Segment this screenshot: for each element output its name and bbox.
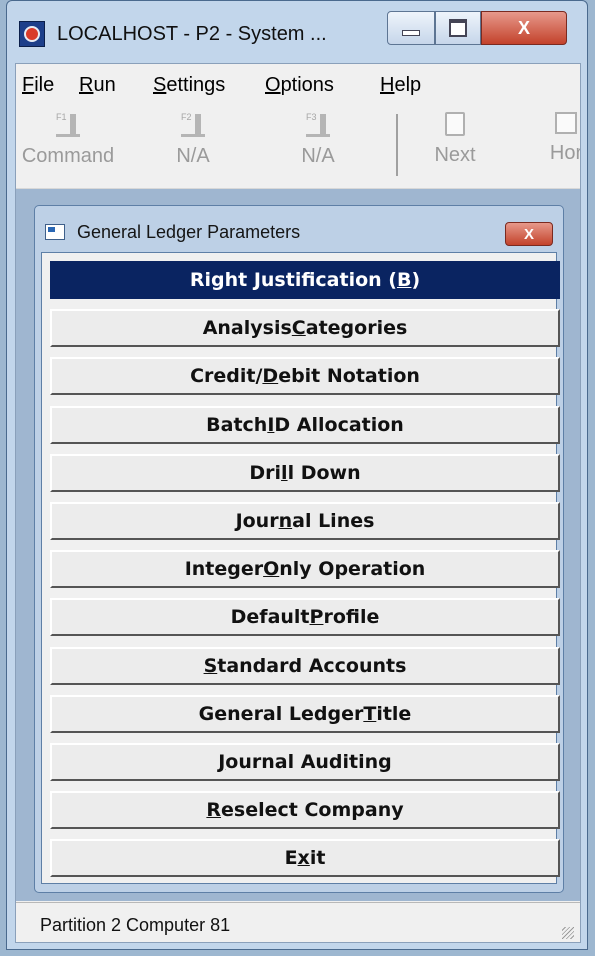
option-exit[interactable]: Ex it xyxy=(50,839,560,878)
close-button[interactable]: X xyxy=(481,11,567,45)
resize-grip[interactable] xyxy=(562,927,574,939)
toolbar-button-label: Hor xyxy=(549,142,581,164)
toolbar-separator xyxy=(396,114,398,176)
close-icon: X xyxy=(517,17,530,38)
function-key-icon: F3 xyxy=(306,112,330,137)
status-text: Partition 2 Computer 81 xyxy=(40,915,231,935)
key-label: F3 xyxy=(306,112,317,122)
options-panel: Right Justification (B) Analysis Categori… xyxy=(41,252,560,884)
document-icon xyxy=(445,112,465,136)
toolbar-button-label: Command xyxy=(21,145,115,167)
menu-settings[interactable]: Settings xyxy=(153,74,225,97)
app-icon[interactable] xyxy=(19,21,45,47)
option-integer-only-operation[interactable]: Integer Only Operation xyxy=(50,550,560,589)
menu-run[interactable]: Run xyxy=(79,74,116,97)
window-icon xyxy=(45,224,65,240)
option-standard-accounts[interactable]: Standard Accounts xyxy=(50,646,560,685)
option-journal-lines[interactable]: Jour n al Lines xyxy=(50,502,560,540)
minimize-icon xyxy=(402,30,420,36)
function-key-icon: F1 xyxy=(56,112,80,137)
menu-help[interactable]: Help xyxy=(380,74,421,97)
option-credit-debit-notation[interactable]: Credit/Debit Notation xyxy=(50,357,560,396)
dialog-close-button[interactable]: X xyxy=(505,222,553,246)
toolbar: F1 Command F2 N/A F3 N/A Next Hor xyxy=(16,104,580,189)
key-label: F1 xyxy=(56,112,67,122)
option-reselect-company[interactable]: Reselect Company xyxy=(50,791,560,830)
home-icon xyxy=(555,112,577,134)
toolbar-button-f2[interactable]: F2 N/A xyxy=(163,110,223,186)
app-window: LOCALHOST - P2 - System ... X File Run Set… xyxy=(6,0,588,950)
toolbar-button-f1[interactable]: F1 Command xyxy=(16,110,130,186)
general-ledger-parameters-window: General Ledger Parameters X Right Justif… xyxy=(34,205,564,893)
option-drill-down[interactable]: Dri l l Down xyxy=(50,453,560,492)
key-label: F2 xyxy=(181,112,192,122)
menu-options[interactable]: Options xyxy=(265,74,334,97)
menu-file[interactable]: File xyxy=(22,74,54,97)
toolbar-button-next[interactable]: Next xyxy=(422,110,488,186)
close-icon: X xyxy=(523,225,534,243)
menu-bar: File Run Settings Options Help xyxy=(16,64,580,104)
toolbar-button-label: N/A xyxy=(176,145,210,167)
window-title: LOCALHOST - P2 - System ... xyxy=(57,23,327,45)
option-analysis-categories[interactable]: Analysis Categories xyxy=(50,309,560,348)
minimize-button[interactable] xyxy=(387,11,435,45)
toolbar-button-label: Next xyxy=(434,144,476,166)
toolbar-button-hor[interactable]: Hor xyxy=(536,110,581,186)
option-journal-auditing[interactable]: Journal Auditing xyxy=(50,743,560,781)
option-general-ledger-title[interactable]: General Ledger Title xyxy=(50,694,560,733)
dialog-title: General Ledger Parameters xyxy=(77,222,301,242)
option-batch-id-allocation[interactable]: Batch ID Allocation xyxy=(50,405,560,444)
option-right-justification-b[interactable]: Right Justification (B) xyxy=(50,261,560,299)
status-bar: Partition 2 Computer 81 xyxy=(16,902,580,942)
mdi-area: General Ledger Parameters X Right Justif… xyxy=(16,189,580,901)
option-default-profile[interactable]: Default Profile xyxy=(50,598,560,637)
title-bar[interactable]: LOCALHOST - P2 - System ... X xyxy=(7,1,587,63)
maximize-button[interactable] xyxy=(435,11,481,45)
dialog-title-bar[interactable]: General Ledger Parameters X xyxy=(35,206,563,252)
toolbar-button-label: N/A xyxy=(301,145,335,167)
toolbar-button-f3[interactable]: F3 N/A xyxy=(288,110,348,186)
maximize-icon xyxy=(449,19,467,37)
client-area: File Run Settings Options Help F1 Command F2 N/… xyxy=(15,63,581,943)
function-key-icon: F2 xyxy=(181,112,205,137)
